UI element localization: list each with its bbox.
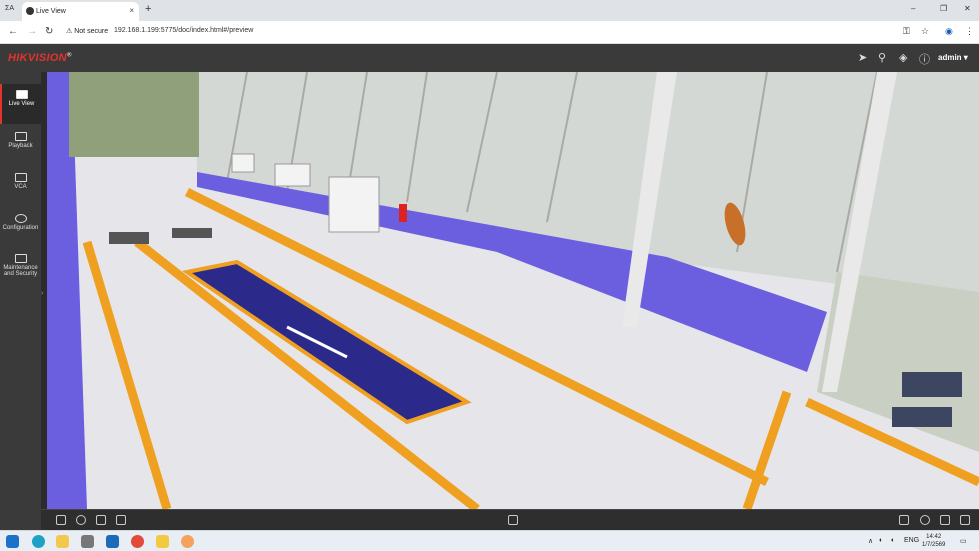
os-taskbar: ∧ ◐ ◖ ENG 14:42 1/7/2569 ▭ bbox=[0, 530, 979, 551]
nav-configuration[interactable]: Configuration bbox=[0, 208, 41, 248]
url-field[interactable]: 192.168.1.199:5775/doc/index.html#/previ… bbox=[114, 27, 253, 34]
system-clock[interactable]: 14:42 1/7/2569 bbox=[922, 533, 945, 549]
address-bar: ← → ↻ ⚠ Not secure 192.168.1.199:5775/do… bbox=[0, 21, 979, 44]
browser-tab-live-view[interactable]: Live View × bbox=[22, 2, 139, 21]
chrome-icon[interactable] bbox=[131, 535, 144, 548]
app-icon[interactable] bbox=[181, 535, 194, 548]
tray-expand-icon[interactable]: ∧ bbox=[868, 537, 873, 545]
profile-chip[interactable]: ΣA bbox=[5, 5, 14, 12]
back-icon[interactable]: ← bbox=[8, 26, 18, 37]
theme-icon[interactable]: ◈ bbox=[899, 51, 907, 64]
new-tab-button[interactable]: + bbox=[145, 3, 151, 15]
not-secure-indicator[interactable]: ⚠ Not secure bbox=[66, 27, 108, 35]
region-icon[interactable] bbox=[116, 515, 126, 525]
clock-date: 1/7/2569 bbox=[922, 542, 946, 548]
file-explorer-icon[interactable] bbox=[56, 535, 69, 548]
search-icon[interactable]: ⚲ bbox=[878, 51, 886, 64]
tab-close-icon[interactable]: × bbox=[129, 6, 134, 15]
nav-live-view[interactable]: Live View bbox=[0, 84, 41, 124]
playback-icon bbox=[14, 132, 27, 141]
maximize-button[interactable]: ❐ bbox=[940, 4, 947, 13]
monitor-icon bbox=[15, 90, 28, 99]
browser-tab-strip: ΣA Live View × + – ❐ ✕ bbox=[0, 0, 979, 21]
security-label: Not secure bbox=[74, 28, 109, 35]
forward-icon[interactable]: → bbox=[27, 26, 37, 37]
nav-label: Maintenance and Security bbox=[3, 265, 38, 277]
vca-icon bbox=[14, 173, 27, 182]
window-layout-icon[interactable] bbox=[940, 515, 950, 525]
user-menu[interactable]: admin ▾ bbox=[938, 53, 968, 62]
send-icon[interactable]: ➤ bbox=[858, 51, 867, 64]
fullscreen-window-icon[interactable] bbox=[508, 515, 518, 525]
tab-favicon-icon bbox=[26, 7, 34, 15]
reload-icon[interactable]: ↻ bbox=[45, 26, 53, 37]
fullscreen-icon[interactable] bbox=[960, 515, 970, 525]
menu-icon[interactable]: ⋮ bbox=[965, 26, 974, 37]
close-window-button[interactable]: ✕ bbox=[964, 4, 971, 13]
nav-label: Playback bbox=[8, 143, 33, 149]
edge-icon[interactable] bbox=[32, 535, 45, 548]
nav-playback[interactable]: Playback bbox=[0, 126, 41, 166]
video-toolbar bbox=[41, 509, 979, 530]
app-header: HIKVISION® ➤ ⚲ ◈ ⓘ admin ▾ bbox=[0, 44, 979, 72]
nav-label: Configuration bbox=[2, 225, 39, 231]
capture-icon[interactable] bbox=[56, 515, 66, 525]
minimize-button[interactable]: – bbox=[911, 4, 915, 13]
info-icon[interactable]: ⓘ bbox=[919, 51, 930, 67]
network-icon[interactable]: ◐ bbox=[879, 537, 883, 544]
side-navigation: Live View Playback VCA Configuration Mai… bbox=[0, 72, 41, 530]
gear-icon bbox=[14, 214, 27, 223]
notifications-icon[interactable]: ▭ bbox=[960, 537, 967, 545]
language-indicator[interactable]: ENG bbox=[904, 537, 919, 544]
store-icon[interactable] bbox=[81, 535, 94, 548]
account-icon[interactable]: ◉ bbox=[945, 26, 953, 37]
tab-title: Live View bbox=[36, 8, 66, 15]
brand-logo: HIKVISION® bbox=[8, 52, 72, 64]
nav-label: VCA bbox=[14, 184, 27, 190]
clock-time: 14:42 bbox=[926, 534, 942, 540]
star-icon[interactable]: ☆ bbox=[921, 26, 929, 37]
volume-icon[interactable]: ◖ bbox=[890, 537, 894, 544]
nav-maintenance-security[interactable]: Maintenance and Security bbox=[0, 248, 41, 292]
nav-label: Live View bbox=[8, 101, 35, 107]
live-video-frame[interactable] bbox=[47, 72, 979, 509]
snapshot-icon[interactable] bbox=[96, 515, 106, 525]
ptz-icon[interactable] bbox=[899, 515, 909, 525]
app-icon[interactable] bbox=[156, 535, 169, 548]
mail-icon[interactable] bbox=[106, 535, 119, 548]
zoom-icon[interactable] bbox=[76, 515, 86, 525]
wrench-icon bbox=[14, 254, 27, 263]
record-icon[interactable] bbox=[920, 515, 930, 525]
start-icon[interactable] bbox=[6, 535, 19, 548]
nav-vca[interactable]: VCA bbox=[0, 167, 41, 207]
key-icon[interactable]: ⚿ bbox=[903, 26, 910, 37]
